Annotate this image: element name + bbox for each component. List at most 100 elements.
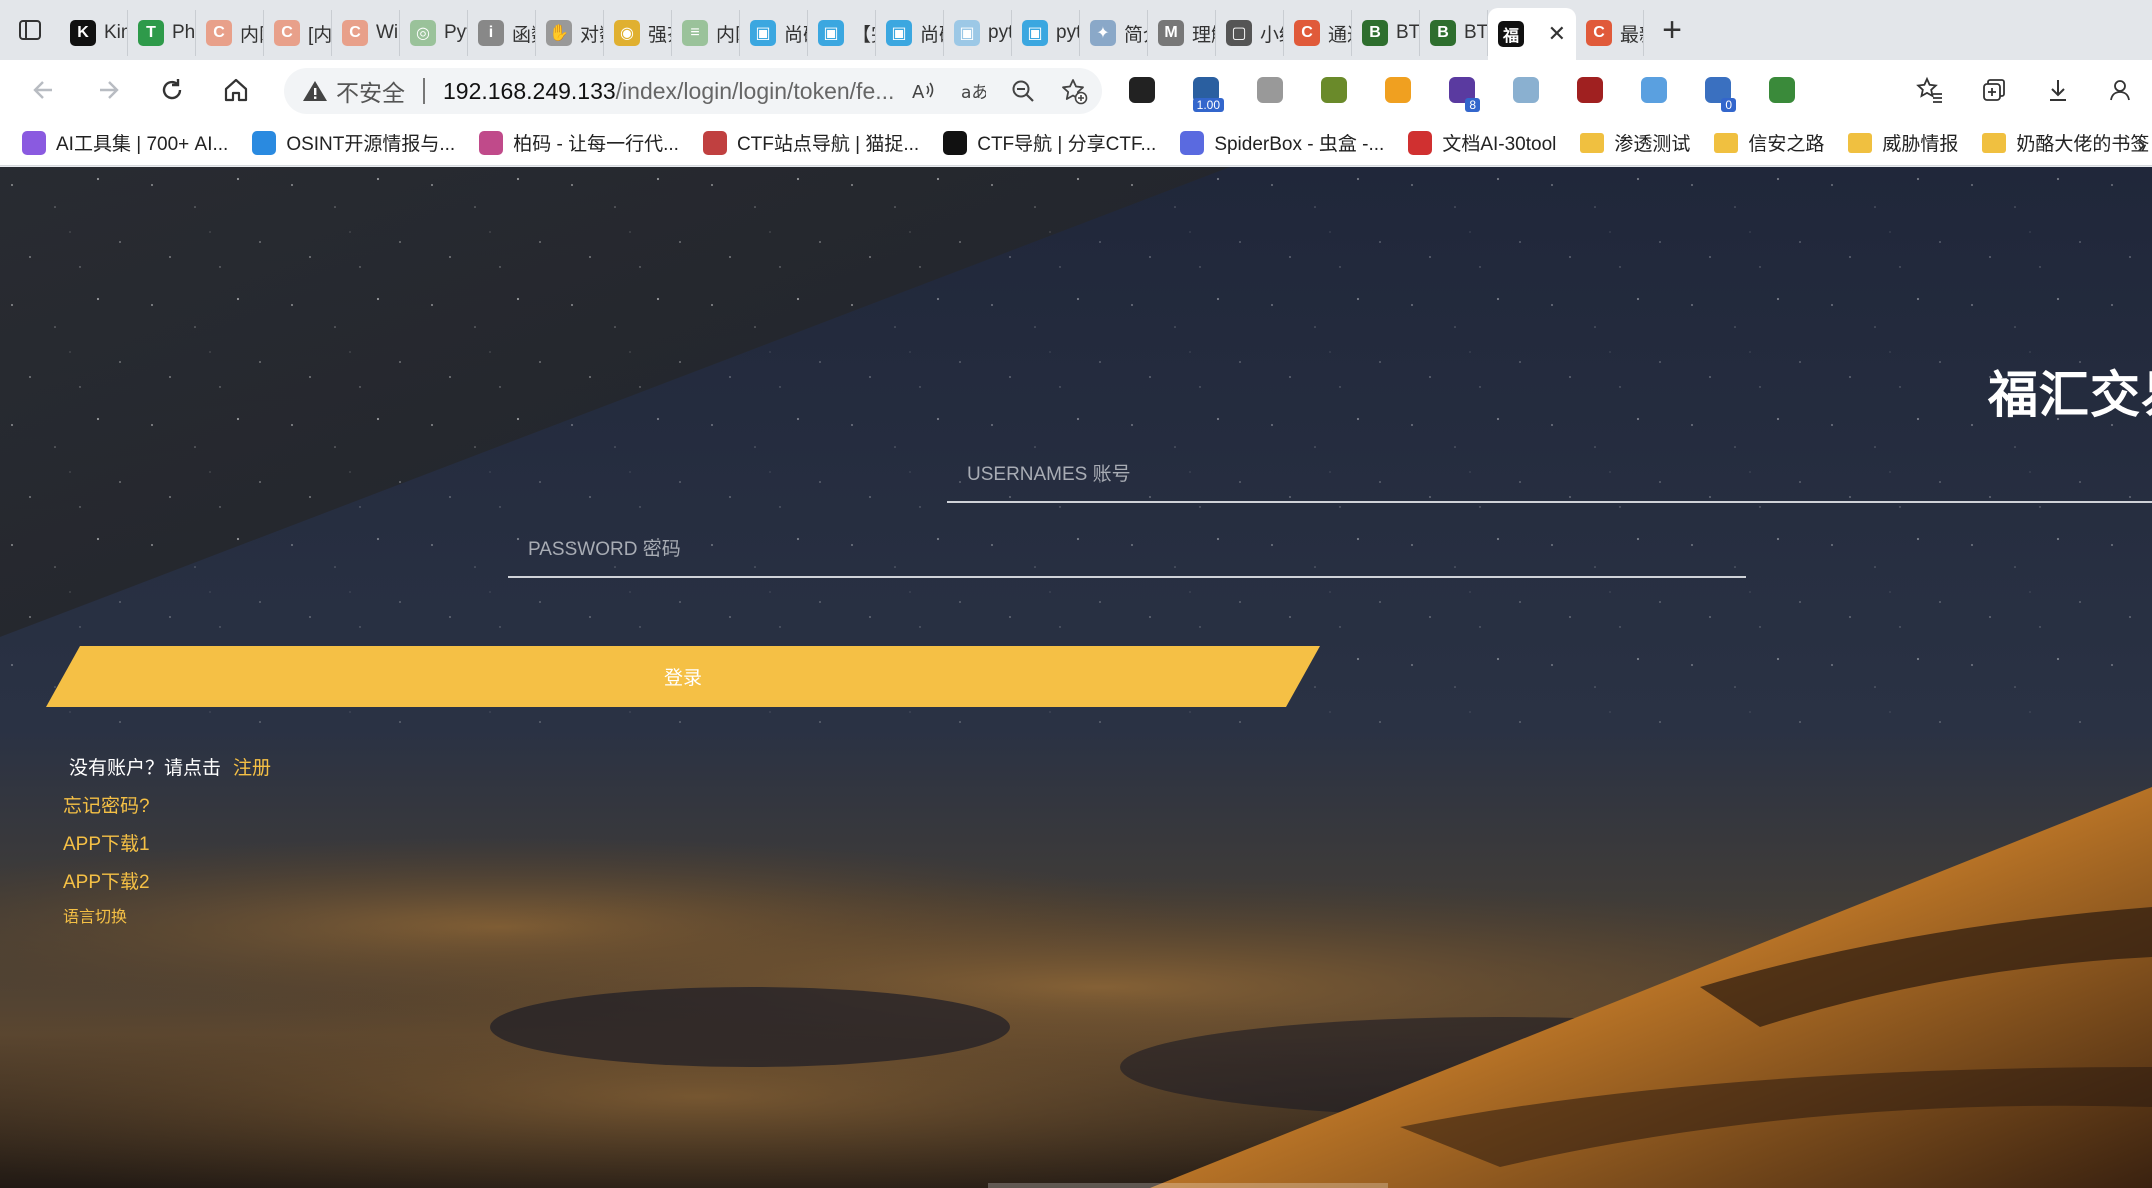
browser-actions <box>1898 60 2152 120</box>
circle-ext-icon <box>1257 77 1283 103</box>
app-download-2-link[interactable]: APP下载2 <box>63 867 150 894</box>
bookmark-item[interactable]: OSINT开源情报与... <box>252 129 455 156</box>
tab[interactable]: C Win <box>332 10 400 56</box>
tab[interactable]: ▣ 尚硅 <box>740 10 808 56</box>
page-title: 福汇交易 <box>1988 366 2152 424</box>
tab[interactable]: ▣ 尚硅 <box>876 10 944 56</box>
bookmark-folder[interactable]: 渗透测试 <box>1580 129 1690 156</box>
bookmark-label: 威胁情报 <box>1882 134 1959 155</box>
forward-button[interactable] <box>76 60 140 120</box>
tab[interactable]: B BT5 <box>1352 10 1420 56</box>
login-button[interactable]: 登录 <box>46 646 1320 707</box>
extension-bar: 1.00 8 0 <box>1110 60 1814 120</box>
ai-tools-icon <box>22 130 46 155</box>
downloads-button[interactable] <box>2026 60 2090 120</box>
register-link[interactable]: 注册 <box>233 753 271 780</box>
extension-button[interactable]: 0 <box>1686 60 1750 120</box>
tab[interactable]: T Php <box>128 10 196 56</box>
back-button[interactable] <box>12 60 76 120</box>
tab[interactable]: ✦ 简介 <box>1080 10 1148 56</box>
home-icon <box>224 78 248 102</box>
read-aloud-icon[interactable]: A <box>910 78 936 104</box>
tab[interactable]: C 通过 <box>1284 10 1352 56</box>
favorites-button[interactable] <box>1898 60 1962 120</box>
password-field[interactable] <box>508 523 1746 578</box>
tab[interactable]: B BT5 <box>1420 10 1488 56</box>
extension-button[interactable] <box>1238 60 1302 120</box>
tab[interactable]: ▣ pyt <box>1012 10 1080 56</box>
tab[interactable]: ◉ 强茶 <box>604 10 672 56</box>
bookmark-label: 奶酪大佬的书签 <box>2016 134 2150 155</box>
bookmark-item[interactable]: AI工具集 | 700+ AI... <box>22 129 228 156</box>
security-warning-text[interactable]: 不安全 <box>336 74 405 108</box>
tab-label: [内网 <box>308 24 332 46</box>
bookmark-item[interactable]: CTF站点导航 | 猫捉... <box>702 129 919 156</box>
reload-button[interactable] <box>140 60 204 120</box>
tab-active[interactable]: 福 ✕ <box>1488 8 1576 60</box>
extension-badge: 8 <box>1465 98 1480 112</box>
extension-button[interactable] <box>1494 60 1558 120</box>
bookmark-folder[interactable]: 奶酪大佬的书签 <box>1982 129 2149 156</box>
bookmark-label: SpiderBox - 虫盒 -... <box>1214 134 1385 155</box>
add-favorite-icon[interactable] <box>1060 77 1088 105</box>
close-tab-icon[interactable]: ✕ <box>1548 21 1566 47</box>
warning-icon <box>303 81 327 101</box>
url-host: 192.168.249.133 <box>443 77 616 104</box>
tab[interactable]: ▣ pyt <box>944 10 1012 56</box>
language-switch-link[interactable]: 语言切换 <box>63 903 127 927</box>
forgot-password-link[interactable]: 忘记密码? <box>63 791 150 818</box>
tab[interactable]: ✋ 对数 <box>536 10 604 56</box>
tab[interactable]: ▢ 小结 <box>1216 10 1284 56</box>
app-download-1-link[interactable]: APP下载1 <box>63 829 150 856</box>
new-tab-button[interactable]: + <box>1644 0 1700 60</box>
bt5-icon: B <box>1362 20 1388 46</box>
extension-button[interactable] <box>1302 60 1366 120</box>
username-field[interactable] <box>947 448 2152 503</box>
translate-icon[interactable]: aあ <box>960 78 986 104</box>
tab-label: 对数 <box>580 24 603 46</box>
tab-label: BT5 <box>1464 22 1488 43</box>
extension-button[interactable]: 1.00 <box>1174 60 1238 120</box>
bookmark-item[interactable]: 柏码 - 让每一行代... <box>479 129 679 156</box>
spider-icon <box>1180 130 1205 155</box>
extension-button[interactable] <box>1622 60 1686 120</box>
tab[interactable]: ▣ 【完 <box>808 10 876 56</box>
address-separator <box>423 78 425 104</box>
home-button[interactable] <box>204 60 268 120</box>
extension-button[interactable] <box>1366 60 1430 120</box>
bookmark-item[interactable]: CTF导航 | 分享CTF... <box>943 129 1156 156</box>
tab[interactable]: C 最新 <box>1576 10 1644 56</box>
password-input[interactable] <box>508 523 1746 576</box>
tab[interactable]: C 内网 <box>196 10 264 56</box>
username-input[interactable] <box>947 448 2152 501</box>
bookmark-label: 渗透测试 <box>1614 134 1691 155</box>
register-row: 没有账户？请点击 注册 <box>63 747 271 785</box>
profile-button[interactable] <box>2090 60 2152 120</box>
profile-icon <box>2110 80 2130 101</box>
globe-ext-icon <box>1769 77 1795 103</box>
bookmark-item[interactable]: SpiderBox - 虫盒 -... <box>1180 129 1384 156</box>
bilibili-icon: ▣ <box>750 20 776 46</box>
address-bar[interactable]: 不安全 192.168.249.133 /index/login/login/t… <box>284 68 1102 114</box>
tab[interactable]: i 函数 <box>468 10 536 56</box>
zoom-out-icon[interactable] <box>1010 78 1036 104</box>
url-path: /index/login/login/token/fe... <box>615 77 895 104</box>
tab[interactable]: K Kim <box>60 10 128 56</box>
collections-button[interactable] <box>1962 60 2026 120</box>
tab-actions-button[interactable] <box>0 0 60 60</box>
m-logo-icon: M <box>1158 20 1184 46</box>
bookmark-folder[interactable]: 威胁情报 <box>1848 129 1958 156</box>
extension-button[interactable]: 8 <box>1430 60 1494 120</box>
tab[interactable]: ◎ Pyt <box>400 10 468 56</box>
bookmark-item[interactable]: 文档AI-30tool <box>1408 129 1556 156</box>
extension-button[interactable] <box>1110 60 1174 120</box>
tab-actions-icon <box>19 20 41 40</box>
tab-label: 函数 <box>512 24 535 46</box>
tab[interactable]: C [内网 <box>264 10 332 56</box>
tab[interactable]: ≡ 内网 <box>672 10 740 56</box>
bookmark-folder[interactable]: 信安之路 <box>1714 129 1824 156</box>
bookmarks-more-icon[interactable]: › <box>2137 128 2146 160</box>
tab[interactable]: M 理解 <box>1148 10 1216 56</box>
extension-button[interactable] <box>1750 60 1814 120</box>
extension-button[interactable] <box>1558 60 1622 120</box>
